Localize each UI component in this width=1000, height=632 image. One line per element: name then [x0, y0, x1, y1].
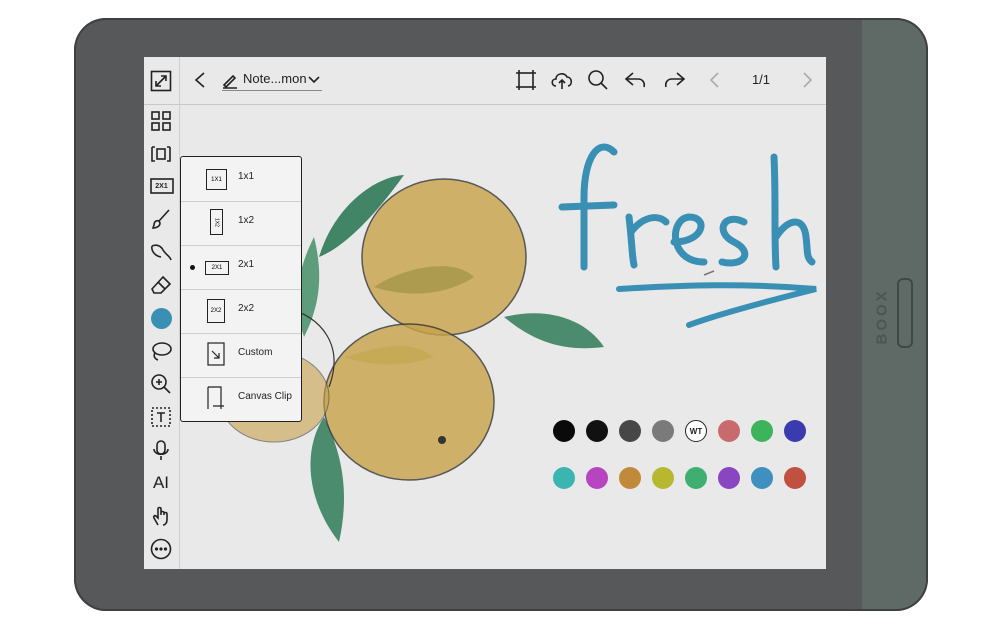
zoom-in-icon[interactable]: [149, 372, 173, 396]
color-swatch[interactable]: [784, 467, 806, 489]
brush-icon[interactable]: [149, 207, 173, 231]
page-turn-button[interactable]: [897, 278, 913, 348]
chevron-down-icon[interactable]: [307, 73, 321, 87]
color-swatch[interactable]: [718, 467, 740, 489]
color-swatch[interactable]: [619, 420, 641, 442]
cloud-upload-icon[interactable]: [549, 68, 575, 92]
color-swatch[interactable]: [652, 467, 674, 489]
layout-option-2x1[interactable]: 2X1 2x1: [181, 245, 301, 290]
color-swatch[interactable]: [553, 467, 575, 489]
page-indicator: 1/1: [751, 72, 771, 87]
layout-option-label: 2x1: [238, 259, 255, 270]
microphone-icon[interactable]: [149, 438, 173, 462]
layout-option-label: 1x1: [238, 171, 255, 182]
layout-menu: 1X1 1x1 1X2 1x2 2X1 2x1 2X2 2x2 Custom C…: [180, 156, 302, 422]
layout-2x2-icon: 2X2: [207, 299, 225, 323]
note-title[interactable]: Note...mon: [243, 71, 307, 86]
layout-option-2x2[interactable]: 2X2 2x2: [181, 289, 301, 334]
color-swatch[interactable]: [751, 467, 773, 489]
color-swatch[interactable]: [685, 467, 707, 489]
color-swatch[interactable]: [718, 420, 740, 442]
eraser-icon[interactable]: [149, 273, 173, 297]
page-layout-icon[interactable]: [149, 142, 173, 166]
top-toolbar: Note...mon 1/1: [144, 57, 826, 105]
lasso-icon[interactable]: [148, 339, 174, 363]
layout-2x1-icon: 2X1: [205, 261, 229, 275]
layout-option-label: 1x2: [238, 215, 255, 226]
tablet-grip: [862, 20, 926, 609]
layout-option-1x2[interactable]: 1X2 1x2: [181, 201, 301, 246]
color-swatch-white[interactable]: WT: [685, 420, 707, 442]
color-swatch[interactable]: [784, 420, 806, 442]
color-swatch[interactable]: [586, 420, 608, 442]
selected-indicator: [190, 265, 195, 270]
screen: WT Note...mon 1/1 2X1 AI 1X1 1x1 1X2 1x2…: [144, 57, 826, 569]
redo-icon[interactable]: [662, 68, 686, 92]
crop-icon[interactable]: [514, 68, 538, 92]
layout-option-label: 2x2: [238, 303, 255, 314]
brand-logo: BOOX: [873, 288, 891, 345]
shape-eraser-icon[interactable]: [148, 240, 174, 264]
layout-option-1x1[interactable]: 1X1 1x1: [181, 157, 301, 202]
ai-icon[interactable]: AI: [148, 471, 174, 495]
layout-1x2-icon: 1X2: [210, 209, 223, 235]
canvas-clip-icon: [207, 386, 225, 415]
ai-label: AI: [152, 473, 170, 492]
custom-layout-icon: [207, 342, 225, 371]
undo-icon[interactable]: [624, 68, 648, 92]
color-dot-icon[interactable]: [149, 306, 173, 330]
expand-icon[interactable]: [149, 69, 173, 93]
handwritten-tick: [703, 270, 715, 276]
touch-hand-icon[interactable]: [149, 504, 173, 528]
layout-option-canvas-clip[interactable]: Canvas Clip: [181, 377, 301, 421]
color-swatch[interactable]: [751, 420, 773, 442]
title-underline: [222, 90, 322, 91]
layout-1x1-icon: 1X1: [206, 169, 227, 190]
next-page-icon[interactable]: [798, 70, 818, 90]
text-box-icon[interactable]: [149, 405, 173, 429]
layout-badge-text: 2X1: [155, 182, 168, 190]
color-swatch[interactable]: [586, 467, 608, 489]
prev-page-icon[interactable]: [704, 70, 724, 90]
color-swatch[interactable]: [619, 467, 641, 489]
grid-icon[interactable]: [149, 109, 173, 133]
search-icon[interactable]: [586, 68, 610, 92]
layout-option-label: Custom: [238, 347, 273, 358]
color-swatch[interactable]: [652, 420, 674, 442]
handwritten-underline: [616, 282, 817, 328]
white-swatch-label: WT: [689, 426, 703, 436]
handwritten-fresh: [558, 143, 816, 271]
side-toolbar: 2X1 AI: [144, 57, 180, 569]
layout-option-label: Canvas Clip: [238, 391, 292, 402]
split-layout-icon[interactable]: 2X1: [148, 176, 175, 196]
layout-option-custom[interactable]: Custom: [181, 333, 301, 378]
more-icon[interactable]: [149, 537, 173, 561]
back-icon[interactable]: [190, 70, 210, 90]
pen-edit-icon[interactable]: [220, 70, 240, 90]
color-swatch[interactable]: [553, 420, 575, 442]
